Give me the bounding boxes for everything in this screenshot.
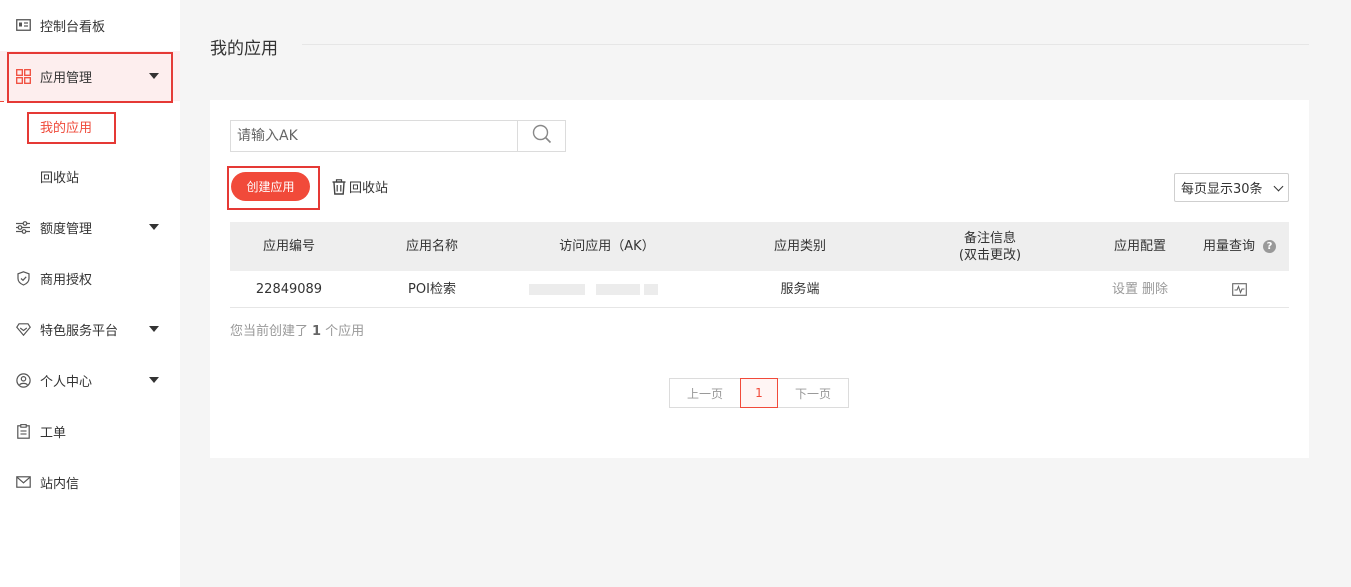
sliders-icon [15, 219, 31, 235]
shield-check-icon [15, 270, 31, 286]
ak-cell [516, 271, 698, 307]
title-divider [302, 44, 1309, 45]
table-row: 22849089 POI检索 服务端 设置 删除 [230, 271, 1289, 308]
ak-redacted [644, 284, 658, 295]
header-app-name: 应用名称 [405, 239, 458, 254]
next-page-button[interactable]: 下一页 [777, 378, 849, 408]
usage-cell [1190, 271, 1289, 307]
usage-chart-icon[interactable] [1232, 282, 1247, 296]
sidebar-item-label: 站内信 [40, 476, 80, 492]
summary-prefix: 您当前创建了 [230, 324, 309, 339]
sidebar-item-featured-services[interactable]: 特色服务平台 [0, 304, 180, 354]
ak-redacted [529, 284, 585, 295]
sidebar-item-label: 控制台看板 [40, 19, 106, 35]
clipboard-icon [15, 423, 31, 439]
caret-down-icon [149, 377, 159, 383]
caret-down-icon [149, 326, 159, 332]
sidebar-item-label: 商用授权 [40, 272, 93, 288]
pagination: 上一页 1 下一页 [669, 378, 849, 408]
header-category: 应用类别 [773, 239, 826, 254]
create-app-button[interactable]: 创建应用 [231, 172, 310, 201]
header-note-line1: 备注信息 [963, 230, 1016, 246]
search-button[interactable] [517, 121, 565, 151]
page-size-value: 每页显示30条 [1181, 182, 1263, 197]
help-icon[interactable]: ? [1263, 240, 1276, 253]
mail-icon [15, 474, 31, 490]
header-note-line2: (双击更改) [958, 247, 1022, 263]
sidebar-item-work-order[interactable]: 工单 [0, 406, 180, 456]
header-usage-label: 用量查询 [1202, 239, 1255, 254]
table-header: 应用编号 应用名称 访问应用（AK） 应用类别 备注信息 (双击更改) 应用配置… [230, 222, 1289, 271]
settings-link[interactable]: 设置 [1112, 281, 1138, 298]
sidebar-item-label: 额度管理 [40, 221, 93, 237]
sidebar-item-label: 特色服务平台 [40, 323, 119, 339]
search-input[interactable] [231, 121, 517, 151]
category-cell: 服务端 [780, 281, 820, 297]
sidebar: 控制台看板 应用管理 我的应用 回收站 额度管理 商用授权 特色服务平台 个人中… [0, 0, 180, 587]
app-name-cell: POI检索 [408, 281, 456, 297]
summary-suffix: 个应用 [325, 324, 365, 339]
sidebar-item-inbox[interactable]: 站内信 [0, 457, 180, 507]
prev-page-button[interactable]: 上一页 [669, 378, 741, 408]
app-list-card: 创建应用 回收站 每页显示30条 应用编号 应用名称 访问应用（AK） 应用类别… [210, 100, 1309, 458]
highlight-box [7, 52, 173, 103]
apps-table: 应用编号 应用名称 访问应用（AK） 应用类别 备注信息 (双击更改) 应用配置… [230, 222, 1289, 308]
app-count-summary: 您当前创建了 1 个应用 [230, 320, 364, 339]
user-circle-icon [15, 372, 31, 388]
app-id-cell: 22849089 [255, 281, 323, 297]
page-size-select[interactable]: 每页显示30条 [1174, 173, 1289, 202]
header-usage: 用量查询 ? [1190, 222, 1289, 271]
sidebar-item-quota[interactable]: 额度管理 [0, 202, 180, 252]
header-config: 应用配置 [1113, 239, 1166, 254]
sidebar-item-dashboard[interactable]: 控制台看板 [0, 0, 180, 50]
header-ak: 访问应用（AK） [559, 239, 655, 254]
sidebar-item-personal-center[interactable]: 个人中心 [0, 355, 180, 405]
sidebar-subitem-recycle-bin[interactable]: 回收站 [0, 151, 180, 201]
page-number-button[interactable]: 1 [740, 378, 778, 408]
trash-icon [332, 178, 346, 195]
dashboard-card-icon [15, 17, 31, 33]
recycle-bin-label: 回收站 [349, 181, 389, 196]
delete-link[interactable]: 删除 [1142, 281, 1168, 298]
chevron-down-icon [1273, 181, 1284, 192]
caret-down-icon [149, 224, 159, 230]
summary-count: 1 [312, 324, 322, 339]
sidebar-item-label: 个人中心 [40, 374, 93, 390]
note-cell[interactable] [890, 271, 1090, 307]
search-icon [532, 124, 552, 148]
config-cell: 设置 删除 [1090, 271, 1190, 307]
header-app-id: 应用编号 [262, 239, 315, 254]
sidebar-item-commercial-license[interactable]: 商用授权 [0, 253, 180, 303]
sidebar-subitem-label: 回收站 [40, 170, 80, 186]
diamond-icon [15, 321, 31, 337]
header-note: 备注信息 (双击更改) [890, 222, 1090, 271]
page-title: 我的应用 [210, 39, 278, 59]
ak-redacted [596, 284, 640, 295]
highlight-box [27, 112, 116, 144]
search-box [230, 120, 566, 152]
recycle-bin-link[interactable]: 回收站 [332, 177, 388, 196]
sidebar-item-label: 工单 [40, 425, 67, 441]
